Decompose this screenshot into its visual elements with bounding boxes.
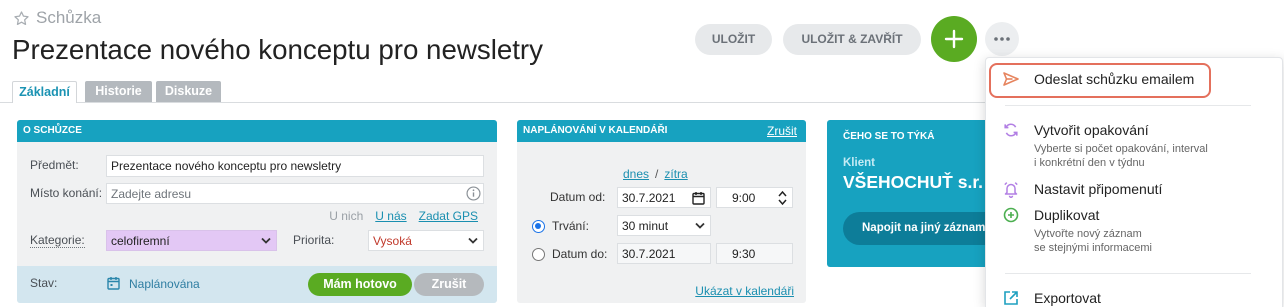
bell-icon <box>1002 180 1020 198</box>
tab-bar-divider <box>0 102 985 103</box>
schedule-panel-title: NAPLÁNOVÁNÍ V KALENDÁŘI <box>523 125 668 136</box>
export-icon <box>1002 289 1020 307</box>
duration-value: 30 minut <box>622 219 669 233</box>
time-to-input[interactable]: 9:30 <box>716 243 793 264</box>
duration-select[interactable]: 30 minut <box>617 215 711 236</box>
date-to-value: 30.7.2021 <box>622 247 676 261</box>
about-panel: O SCHŮZCE Předmět: Místo konání: U nich … <box>17 120 497 303</box>
quick-date-separator: / <box>655 167 659 181</box>
subject-input[interactable] <box>106 155 484 177</box>
menu-item-set-reminder[interactable]: Nastavit připomenutí <box>986 181 1282 199</box>
more-actions-button[interactable] <box>985 22 1019 56</box>
location-gps-link[interactable]: Zadat GPS <box>419 209 478 223</box>
save-and-close-button[interactable]: ULOŽIT & ZAVŘÍT <box>783 24 921 55</box>
date-to-input[interactable]: 30.7.2021 <box>617 243 711 264</box>
plus-icon <box>931 16 977 62</box>
chevron-down-icon <box>695 222 705 229</box>
date-from-input[interactable]: 30.7.2021 <box>617 187 711 208</box>
send-icon <box>1002 70 1020 88</box>
schedule-panel-header: NAPLÁNOVÁNÍ V KALENDÁŘI Zrušit <box>517 120 806 142</box>
more-horizontal-icon <box>985 22 1019 56</box>
today-link[interactable]: dnes <box>623 167 649 181</box>
location-input[interactable] <box>106 183 484 204</box>
menu-item-description-line: Vyberte si počet opakování, interval <box>1034 143 1208 155</box>
category-select[interactable]: celofiremní <box>106 230 277 251</box>
menu-item-description: Vyberte si počet opakování, interval i k… <box>1034 142 1208 170</box>
menu-item-description-line: Vytvořte nový záznam <box>1034 228 1142 240</box>
tab-basic[interactable]: Základní <box>12 81 77 103</box>
spinner-icon[interactable] <box>778 190 787 206</box>
location-shortcuts: U nich U nás Zadat GPS <box>329 209 478 223</box>
time-from-input[interactable]: 9:00 <box>716 187 793 208</box>
menu-item-export[interactable]: Exportovat <box>986 290 1282 307</box>
quick-date-links: dnes / zítra <box>623 167 688 181</box>
client-name[interactable]: VŠEHOCHUŤ s.r. <box>843 171 983 193</box>
menu-item-description: Vytvořte nový záznam se stejnými informa… <box>1034 227 1152 255</box>
menu-item-label: Exportovat <box>1034 290 1101 306</box>
info-icon[interactable] <box>466 186 481 201</box>
menu-item-description-line: se stejnými informacemi <box>1034 242 1152 254</box>
related-panel-title: ČEHO SE TO TÝKÁ <box>843 131 935 142</box>
tomorrow-link[interactable]: zítra <box>664 167 687 181</box>
page-title: Prezentace nového konceptu pro newsletry <box>12 34 543 65</box>
schedule-cancel-link[interactable]: Zrušit <box>767 120 797 142</box>
cancel-meeting-button[interactable]: Zrušit <box>414 273 484 296</box>
location-at-them[interactable]: U nich <box>329 209 363 223</box>
schedule-panel: NAPLÁNOVÁNÍ V KALENDÁŘI Zrušit dnes / zí… <box>517 120 806 303</box>
repeat-icon <box>1002 121 1020 139</box>
category-label: Kategorie: <box>30 233 85 248</box>
star-icon[interactable] <box>13 10 30 27</box>
add-button[interactable] <box>931 16 977 62</box>
menu-item-label: Vytvořit opakování <box>1034 122 1149 138</box>
status-bar: Stav: Naplánována Mám hotovo Zrušit <box>17 266 497 303</box>
time-from-value: 9:00 <box>732 191 756 205</box>
menu-item-send-email[interactable]: Odeslat schůzku emailem <box>986 71 1282 89</box>
about-panel-header: O SCHŮZCE <box>17 120 497 142</box>
mark-done-button[interactable]: Mám hotovo <box>308 273 412 296</box>
date-from-value: 30.7.2021 <box>622 191 676 205</box>
plus-circle-icon <box>1002 206 1020 224</box>
more-actions-menu: Odeslat schůzku emailem Vytvořit opaková… <box>985 57 1283 307</box>
priority-select[interactable]: Vysoká <box>368 230 484 251</box>
menu-divider <box>1005 105 1251 106</box>
time-to-value: 9:30 <box>732 247 756 261</box>
date-to-label: Datum do: <box>552 247 608 261</box>
status-label: Stav: <box>30 276 58 290</box>
menu-item-label: Duplikovat <box>1034 207 1100 223</box>
show-in-calendar-link[interactable]: Ukázat v kalendáři <box>695 284 794 298</box>
date-from-label: Datum od: <box>550 190 606 204</box>
category-value: celofiremní <box>111 234 170 248</box>
menu-item-duplicate[interactable]: Duplikovat Vytvořte nový záznam se stejn… <box>986 207 1282 255</box>
calendar-icon[interactable] <box>692 191 705 205</box>
duration-radio[interactable] <box>532 220 545 233</box>
tab-discussion[interactable]: Diskuze <box>156 81 221 102</box>
location-at-us-link[interactable]: U nás <box>375 209 406 223</box>
menu-item-description-line: i konkrétní den v týdnu <box>1034 157 1145 169</box>
about-panel-title: O SCHŮZCE <box>23 125 82 136</box>
menu-item-label: Odeslat schůzku emailem <box>1034 71 1195 87</box>
date-to-radio[interactable] <box>532 248 545 261</box>
location-label: Místo konání: <box>30 186 103 200</box>
priority-value: Vysoká <box>373 234 412 248</box>
duration-label: Trvání: <box>552 219 589 233</box>
save-button[interactable]: ULOŽIT <box>695 24 772 55</box>
chevron-down-icon <box>261 237 271 244</box>
menu-item-create-recurrence[interactable]: Vytvořit opakování Vyberte si počet opak… <box>986 122 1282 170</box>
record-type: Schůzka <box>13 7 101 29</box>
subject-label: Předmět: <box>30 158 79 172</box>
tab-history[interactable]: Historie <box>85 81 152 102</box>
menu-item-label: Nastavit připomenutí <box>1034 181 1163 197</box>
calendar-icon <box>107 276 120 290</box>
priority-label: Priorita: <box>293 233 335 247</box>
record-type-label: Schůzka <box>36 8 102 27</box>
status-value: Naplánována <box>129 277 200 291</box>
client-label: Klient <box>843 157 875 169</box>
menu-divider <box>1005 273 1251 274</box>
chevron-down-icon <box>468 237 478 244</box>
